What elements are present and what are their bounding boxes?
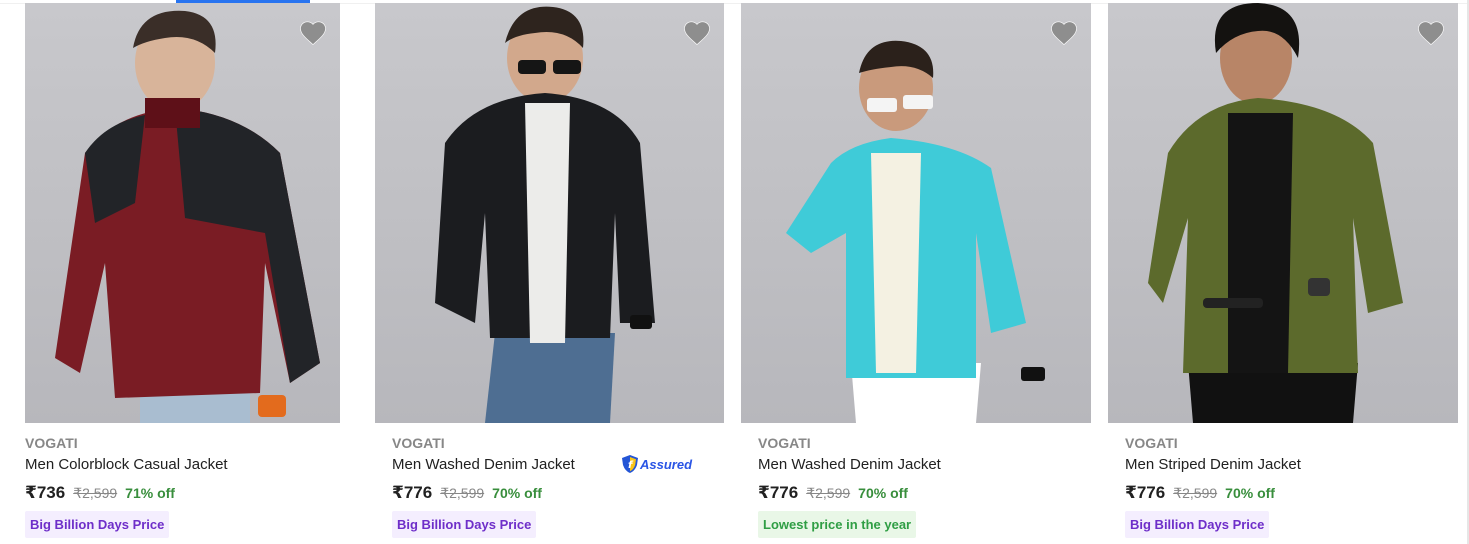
- product-brand: VOGATI: [758, 435, 811, 451]
- product-discount: 71% off: [125, 485, 175, 501]
- offer-tag: Big Billion Days Price: [1125, 511, 1270, 538]
- assured-shield-icon: f: [622, 455, 638, 473]
- offer-tag: Big Billion Days Price: [25, 511, 170, 538]
- product-image[interactable]: [25, 3, 340, 423]
- product-price: ₹776: [1125, 483, 1166, 502]
- model-photo: [1148, 3, 1403, 423]
- price-row: ₹776 ₹2,599 70% off: [392, 483, 542, 503]
- product-discount: 70% off: [1225, 485, 1275, 501]
- wishlist-heart-icon[interactable]: [682, 18, 712, 48]
- product-brand: VOGATI: [25, 435, 78, 451]
- model-photo: [435, 6, 655, 423]
- product-image[interactable]: [375, 3, 724, 423]
- product-image[interactable]: [1108, 3, 1458, 423]
- product-price: ₹776: [392, 483, 433, 502]
- model-photo: [55, 10, 320, 423]
- wishlist-heart-icon[interactable]: [1049, 18, 1079, 48]
- offer-tag: Lowest price in the year: [758, 511, 917, 538]
- product-card[interactable]: VOGATI Men Striped Denim Jacket ₹776 ₹2,…: [1108, 3, 1458, 544]
- assured-label: Assured: [640, 456, 693, 472]
- product-mrp: ₹2,599: [806, 485, 851, 501]
- product-price: ₹736: [25, 483, 66, 502]
- product-title[interactable]: Men Striped Denim Jacket: [1125, 456, 1301, 473]
- price-row: ₹776 ₹2,599 70% off: [758, 483, 908, 503]
- model-photo: [786, 40, 1045, 423]
- product-image[interactable]: [741, 3, 1091, 423]
- product-price: ₹776: [758, 483, 799, 502]
- offer-tag: Big Billion Days Price: [392, 511, 537, 538]
- product-discount: 70% off: [858, 485, 908, 501]
- price-row: ₹776 ₹2,599 70% off: [1125, 483, 1275, 503]
- product-card[interactable]: VOGATI Men Washed Denim Jacket f Assured…: [375, 3, 725, 544]
- product-title[interactable]: Men Washed Denim Jacket: [392, 456, 575, 473]
- product-mrp: ₹2,599: [73, 485, 118, 501]
- product-brand: VOGATI: [392, 435, 445, 451]
- product-discount: 70% off: [492, 485, 542, 501]
- wishlist-heart-icon[interactable]: [298, 18, 328, 48]
- product-card[interactable]: VOGATI Men Colorblock Casual Jacket ₹736…: [25, 3, 375, 544]
- wishlist-heart-icon[interactable]: [1416, 18, 1446, 48]
- product-mrp: ₹2,599: [1173, 485, 1218, 501]
- price-row: ₹736 ₹2,599 71% off: [25, 483, 175, 503]
- product-mrp: ₹2,599: [440, 485, 485, 501]
- product-title[interactable]: Men Colorblock Casual Jacket: [25, 456, 228, 473]
- product-card[interactable]: VOGATI Men Washed Denim Jacket ₹776 ₹2,5…: [741, 3, 1091, 544]
- product-title[interactable]: Men Washed Denim Jacket: [758, 456, 941, 473]
- assured-badge: f Assured: [622, 455, 692, 473]
- product-brand: VOGATI: [1125, 435, 1178, 451]
